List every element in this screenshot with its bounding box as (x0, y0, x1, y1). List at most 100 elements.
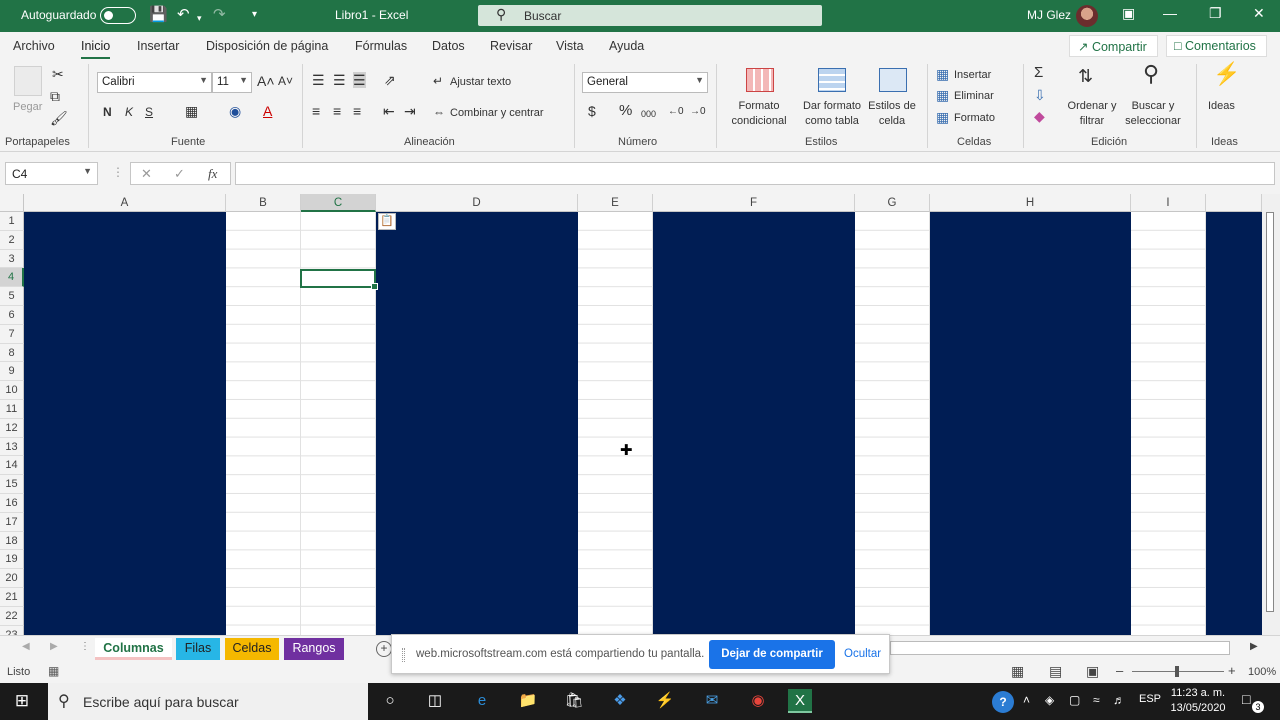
insert-function-button[interactable]: fx (208, 166, 217, 182)
cancel-icon[interactable]: ✕ (141, 166, 152, 182)
tab-insertar[interactable]: Insertar (137, 39, 179, 53)
format-cells-button[interactable]: Formato (954, 111, 995, 125)
format-painter-icon[interactable]: 🖌 (50, 110, 68, 126)
dropbox-icon[interactable]: ❖ (608, 689, 632, 713)
row-header[interactable]: 5 (0, 287, 24, 306)
row-header[interactable]: 6 (0, 306, 24, 325)
column-header[interactable]: G (855, 194, 930, 212)
tab-disposicion[interactable]: Disposición de página (206, 39, 328, 53)
scroll-right-icon[interactable]: ▶ (1250, 641, 1258, 652)
sort-filter-label-1[interactable]: Ordenar y (1062, 99, 1122, 113)
column-cells[interactable] (226, 212, 301, 635)
currency-icon[interactable]: $ (588, 103, 596, 119)
format-as-table-label-1[interactable]: Dar formato (798, 99, 866, 113)
power-automate-icon[interactable]: ⚡ (653, 689, 677, 713)
file-explorer-icon[interactable]: 📁 (516, 689, 540, 713)
row-header[interactable]: 9 (0, 362, 24, 382)
row-header[interactable]: 16 (0, 494, 24, 513)
column-cells[interactable] (653, 212, 855, 635)
column-header[interactable]: F (653, 194, 855, 212)
redo-icon[interactable]: ↷ (213, 6, 226, 24)
row-header[interactable]: 19 (0, 550, 24, 570)
font-size-select[interactable]: 11 ▼ (212, 72, 252, 93)
column-cells[interactable] (1206, 212, 1262, 635)
sort-filter-label-2[interactable]: filtrar (1062, 114, 1122, 128)
taskbar-search[interactable]: ⚲ Escribe aquí para buscar (48, 683, 368, 720)
zoom-slider-thumb[interactable] (1175, 666, 1179, 677)
column-header[interactable]: I (1131, 194, 1206, 212)
windows-start-icon[interactable]: ⊞ (10, 689, 34, 713)
task-view-icon[interactable]: ◫ (423, 689, 447, 713)
mail-icon[interactable]: ✉ (700, 689, 724, 713)
underline-button[interactable]: S (145, 104, 153, 120)
cell-styles-label-1[interactable]: Estilos de (858, 99, 926, 113)
comments-button[interactable]: □ Comentarios (1166, 35, 1267, 57)
minimize-icon[interactable]: — (1163, 5, 1177, 21)
more-sheets-icon[interactable]: ⋮ (80, 641, 90, 652)
clear-icon[interactable]: ◆ (1034, 108, 1045, 124)
format-as-table-label-2[interactable]: como tabla (798, 114, 866, 128)
row-header[interactable]: 2 (0, 230, 24, 250)
save-icon[interactable]: 💾 (149, 6, 168, 24)
row-header[interactable]: 1 (0, 212, 24, 231)
selected-cell[interactable] (300, 269, 378, 290)
italic-button[interactable]: K (125, 104, 133, 120)
increase-indent-icon[interactable]: ⇥ (404, 103, 416, 119)
column-cells[interactable] (578, 212, 653, 635)
zoom-level[interactable]: 100% (1248, 666, 1276, 678)
format-cells-icon[interactable]: ▦ (936, 109, 949, 125)
user-name[interactable]: MJ Glez (1027, 8, 1071, 22)
excel-taskbar-icon[interactable]: X (788, 689, 812, 713)
increase-font-icon[interactable]: A˄ (257, 73, 275, 89)
fill-icon[interactable]: ⇩ (1034, 87, 1046, 103)
delete-cells-icon[interactable]: ▦ (936, 87, 949, 103)
bold-button[interactable]: N (103, 104, 112, 120)
format-as-table-icon[interactable] (818, 68, 846, 92)
autosum-icon[interactable]: Σ (1034, 65, 1043, 81)
insert-cells-icon[interactable]: ▦ (936, 66, 949, 82)
decrease-indent-icon[interactable]: ⇤ (383, 103, 395, 119)
maximize-icon[interactable]: ❐ (1209, 5, 1222, 22)
ribbon-display-icon[interactable]: ▣ (1122, 5, 1135, 22)
row-header[interactable]: 4 (0, 268, 24, 288)
column-cells[interactable] (930, 212, 1131, 635)
tab-revisar[interactable]: Revisar (490, 39, 532, 53)
fill-color-icon[interactable]: ◉ (229, 103, 241, 119)
row-header[interactable]: 8 (0, 343, 24, 363)
ideas-button[interactable]: Ideas (1208, 99, 1235, 113)
orientation-icon[interactable]: ⇗ (384, 72, 396, 88)
align-right-icon[interactable]: ≡ (353, 103, 361, 119)
sheet-tab[interactable]: Rangos (284, 638, 344, 660)
row-header[interactable]: 11 (0, 400, 24, 419)
hide-button[interactable]: Ocultar (844, 648, 881, 660)
add-sheet-button[interactable]: + (376, 641, 392, 657)
undo-icon[interactable]: ↶ (177, 6, 190, 24)
language-indicator[interactable]: ESP (1139, 693, 1161, 705)
row-header[interactable]: 15 (0, 475, 24, 494)
volume-icon[interactable]: ♬ (1113, 693, 1125, 707)
sheet-tab[interactable]: Filas (176, 638, 220, 660)
sheet-tab[interactable]: Celdas (225, 638, 279, 660)
normal-view-icon[interactable]: ▦ (1011, 663, 1024, 680)
conditional-format-label-2[interactable]: condicional (725, 114, 793, 128)
help-icon[interactable]: ? (992, 691, 1014, 713)
tab-inicio[interactable]: Inicio (81, 39, 111, 59)
thousands-button[interactable]: 000 (641, 106, 656, 122)
wrap-text-icon[interactable]: ↵ (433, 73, 443, 89)
row-header[interactable]: 23 (0, 625, 24, 635)
notifications-icon[interactable]: □ (1242, 691, 1250, 707)
row-header[interactable]: 22 (0, 606, 24, 626)
merge-center-icon[interactable]: ⇔ (433, 104, 445, 120)
tab-datos[interactable]: Datos (432, 39, 465, 53)
tray-app-icon[interactable]: ▢ (1069, 693, 1080, 707)
page-break-icon[interactable]: ▣ (1086, 663, 1099, 680)
find-select-label-1[interactable]: Buscar y (1120, 99, 1186, 113)
cell-styles-label-2[interactable]: celda (858, 114, 926, 128)
borders-icon[interactable]: ▦ (185, 103, 198, 119)
next-sheet-icon[interactable]: ▶ (50, 641, 58, 652)
ideas-icon[interactable]: ⚡ (1213, 63, 1240, 85)
column-header[interactable]: B (226, 194, 301, 212)
tray-app-icon[interactable]: ◈ (1045, 693, 1054, 707)
chrome-icon[interactable]: ◉ (746, 689, 770, 713)
customize-toolbar-icon[interactable]: ▾ (252, 6, 257, 24)
